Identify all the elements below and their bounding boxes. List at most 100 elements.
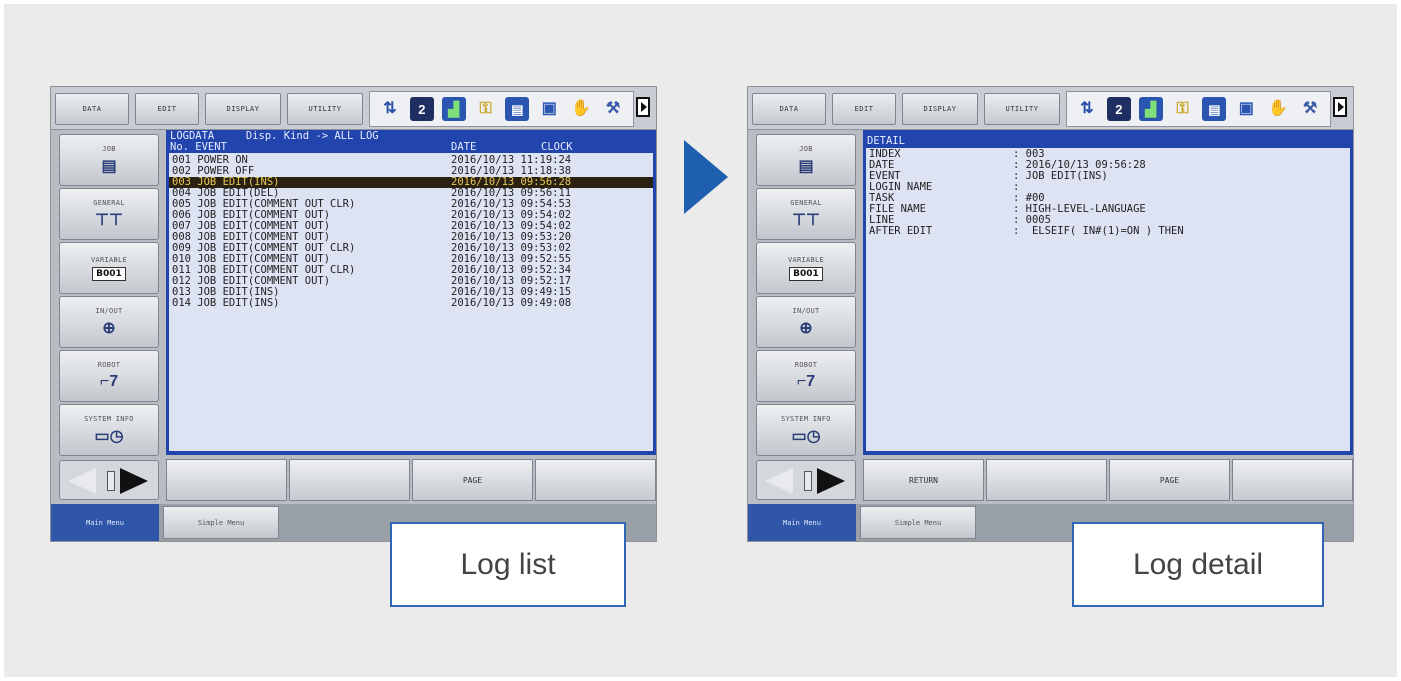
signal-level-icon: ▟ xyxy=(441,97,466,121)
log-row-datetime: 2016/10/13 09:49:08 xyxy=(451,297,572,309)
side-variable-button[interactable]: VARIABLE B001 xyxy=(59,242,159,294)
menu-utility-button[interactable]: UTILITY xyxy=(984,93,1060,125)
nav-separator xyxy=(804,471,812,491)
nav-right-arrow-icon[interactable] xyxy=(120,468,148,494)
side-robot-label: ROBOT xyxy=(794,360,818,369)
detail-field-value: : ELSEIF( IN#(1)=ON ) THEN xyxy=(1013,225,1184,237)
status-icon-strip: ⇅ 2 ▟ ⚿ ▤ ▣ ✋ ⚒ xyxy=(1066,91,1331,127)
menu-utility-button[interactable]: UTILITY xyxy=(287,93,363,125)
menu-data-button[interactable]: DATA xyxy=(55,93,129,125)
job-list-icon: ▤ xyxy=(505,97,530,121)
robot-arm-icon: ⌐7 xyxy=(99,372,119,390)
menu-display-button[interactable]: DISPLAY xyxy=(902,93,978,125)
job-file-icon: ▤ xyxy=(798,157,814,175)
nav-right-arrow-icon[interactable] xyxy=(817,468,845,494)
io-signal-icon: ⊕ xyxy=(799,319,813,337)
security-icon: ⚿ xyxy=(479,100,492,117)
detail-field: DATE: 2016/10/13 09:56:28 xyxy=(866,160,1350,171)
log-detail-caption: Log detail xyxy=(1072,522,1324,607)
side-general-button[interactable]: GENERAL ⊤⊤ xyxy=(59,188,159,240)
nav-left-arrow-icon[interactable] xyxy=(68,468,96,494)
hand-icon: ✋ xyxy=(1268,100,1289,117)
nav-left-arrow-icon[interactable] xyxy=(765,468,793,494)
function-keys: PAGE xyxy=(166,459,656,501)
detail-field-label: AFTER EDIT xyxy=(869,225,933,237)
detail-field: LOGIN NAME: xyxy=(866,182,1350,193)
fkey-page[interactable]: PAGE xyxy=(412,459,533,501)
fkey-page[interactable]: PAGE xyxy=(1109,459,1230,501)
fkey-1[interactable] xyxy=(166,459,287,501)
tool-icon: ⚒ xyxy=(605,100,621,117)
fkey-2[interactable] xyxy=(289,459,410,501)
side-variable-label: VARIABLE xyxy=(787,255,825,264)
teach-icon: ▣ xyxy=(1238,100,1254,117)
menu-edit-button[interactable]: EDIT xyxy=(135,93,199,125)
side-job-label: JOB xyxy=(102,144,116,153)
col-event-header: No. EVENT xyxy=(170,141,227,153)
right-arrow-icon xyxy=(684,140,728,214)
tool-icon: ⚒ xyxy=(1302,100,1318,117)
side-in-out-label: IN/OUT xyxy=(792,306,820,315)
pendant-log-list: DATA EDIT DISPLAY UTILITY ⇅ 2 ▟ ⚿ ▤ ▣ ✋ … xyxy=(50,86,657,542)
side-system-info-button[interactable]: SYSTEM INFO ▭◷ xyxy=(756,404,856,456)
cycle-icon: 2 xyxy=(1106,97,1131,121)
side-in-out-button[interactable]: IN/OUT ⊕ xyxy=(756,296,856,348)
side-job-button[interactable]: JOB ▤ xyxy=(59,134,159,186)
detail-field-value: : JOB EDIT(INS) xyxy=(1013,170,1108,182)
system-info-icon: ▭◷ xyxy=(791,427,821,445)
fkey-4[interactable] xyxy=(1232,459,1353,501)
status-icon-strip: ⇅ 2 ▟ ⚿ ▤ ▣ ✋ ⚒ xyxy=(369,91,634,127)
nav-arrow-pair xyxy=(59,460,159,500)
fkey-2[interactable] xyxy=(986,459,1107,501)
signal-level-icon: ▟ xyxy=(1138,97,1163,121)
log-list-screen: LOGDATA Disp. Kind -> ALL LOG No. EVENT … xyxy=(166,130,656,455)
detail-field: FILE NAME: HIGH-LEVEL-LANGUAGE xyxy=(866,204,1350,215)
col-date-header: DATE xyxy=(451,141,477,153)
menu-edit-button[interactable]: EDIT xyxy=(832,93,896,125)
side-in-out-button[interactable]: IN/OUT ⊕ xyxy=(59,296,159,348)
side-system-info-button[interactable]: SYSTEM INFO ▭◷ xyxy=(59,404,159,456)
side-in-out-label: IN/OUT xyxy=(95,306,123,315)
function-keys: RETURN PAGE xyxy=(863,459,1353,501)
tab-simple-menu[interactable]: Simple Menu xyxy=(860,506,976,539)
page-forward-icon[interactable] xyxy=(1333,97,1347,117)
tab-simple-menu[interactable]: Simple Menu xyxy=(163,506,279,539)
fkey-4[interactable] xyxy=(535,459,656,501)
system-info-icon: ▭◷ xyxy=(94,427,124,445)
side-job-button[interactable]: JOB ▤ xyxy=(756,134,856,186)
robot-arm-icon: ⌐7 xyxy=(796,372,816,390)
top-menu-bar: DATA EDIT DISPLAY UTILITY ⇅ 2 ▟ ⚿ ▤ ▣ ✋ … xyxy=(748,87,1353,130)
side-general-label: GENERAL xyxy=(790,198,822,207)
side-variable-label: VARIABLE xyxy=(90,255,128,264)
detail-field: EVENT: JOB EDIT(INS) xyxy=(866,171,1350,182)
page-forward-icon[interactable] xyxy=(636,97,650,117)
tab-main-menu[interactable]: Main Menu xyxy=(748,504,856,541)
hand-icon: ✋ xyxy=(571,100,592,117)
side-general-button[interactable]: GENERAL ⊤⊤ xyxy=(756,188,856,240)
teach-icon: ▣ xyxy=(541,100,557,117)
log-row[interactable]: 014 JOB EDIT(INS) 2016/10/13 09:49:08 xyxy=(169,298,653,309)
job-list-icon: ▤ xyxy=(1202,97,1227,121)
side-general-label: GENERAL xyxy=(93,198,125,207)
side-robot-button[interactable]: ROBOT ⌐7 xyxy=(59,350,159,402)
log-list-caption: Log list xyxy=(390,522,626,607)
inch-mode-icon: ⇅ xyxy=(383,100,397,117)
tab-main-menu[interactable]: Main Menu xyxy=(51,504,159,541)
cycle-icon: 2 xyxy=(409,97,434,121)
inch-mode-icon: ⇅ xyxy=(1080,100,1094,117)
col-clock-header: CLOCK xyxy=(541,141,573,153)
general-tool-icon: ⊤⊤ xyxy=(95,211,123,229)
side-variable-button[interactable]: VARIABLE B001 xyxy=(756,242,856,294)
io-signal-icon: ⊕ xyxy=(102,319,116,337)
security-icon: ⚿ xyxy=(1176,100,1189,117)
fkey-return[interactable]: RETURN xyxy=(863,459,984,501)
menu-display-button[interactable]: DISPLAY xyxy=(205,93,281,125)
variable-box: B001 xyxy=(92,266,126,281)
menu-data-button[interactable]: DATA xyxy=(752,93,826,125)
side-robot-label: ROBOT xyxy=(97,360,121,369)
variable-box: B001 xyxy=(789,266,823,281)
nav-arrow-pair xyxy=(756,460,856,500)
side-job-label: JOB xyxy=(799,144,813,153)
side-system-info-label: SYSTEM INFO xyxy=(84,414,134,423)
side-robot-button[interactable]: ROBOT ⌐7 xyxy=(756,350,856,402)
